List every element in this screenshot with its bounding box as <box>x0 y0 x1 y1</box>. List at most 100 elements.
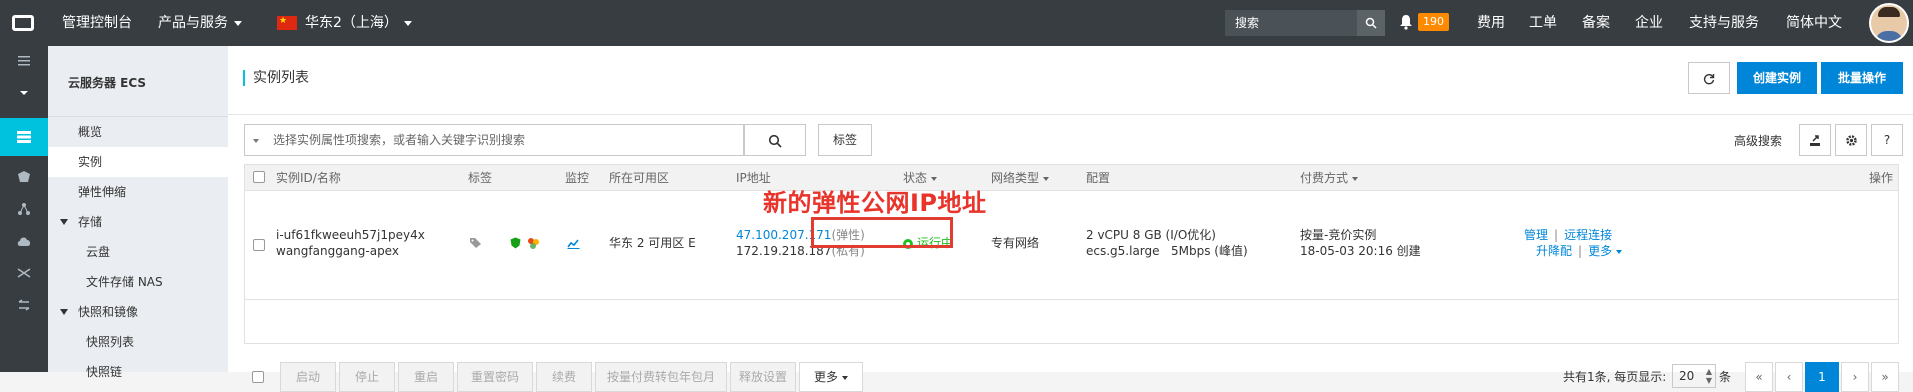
current-page-button[interactable]: 1 <box>1805 362 1839 392</box>
sidebar-item-disks[interactable]: 云盘 <box>48 237 228 267</box>
pagination-summary: 共有1条, 每页显示: <box>1563 370 1667 384</box>
notification-badge[interactable]: 190 <box>1418 13 1449 31</box>
chevron-down-icon <box>60 309 68 315</box>
reset-password-button[interactable]: 重置密码 <box>457 362 533 392</box>
advanced-search-link[interactable]: 高级搜索 <box>1734 133 1782 149</box>
instance-table: 实例ID/名称 标签 监控 所在可用区 IP地址 状态 网络类型 配置 付费方式… <box>244 164 1899 344</box>
chevron-down-icon <box>842 375 848 380</box>
renew-button[interactable]: 续费 <box>536 362 592 392</box>
nav-enterprise[interactable]: 企业 <box>1635 0 1663 46</box>
manage-link[interactable]: 管理 <box>1524 228 1548 242</box>
col-billing-label: 付费方式 <box>1300 171 1349 185</box>
aliyun-logo-icon[interactable] <box>0 0 46 46</box>
console-link[interactable]: 管理控制台 <box>62 0 132 46</box>
col-billing[interactable]: 付费方式 <box>1300 165 1359 191</box>
stop-button[interactable]: 停止 <box>339 362 395 392</box>
footer-more-label: 更多 <box>813 370 838 384</box>
remote-connect-link[interactable]: 远程连接 <box>1564 228 1612 242</box>
create-instance-button[interactable]: 创建实例 <box>1737 62 1817 94</box>
region-selector[interactable]: 华东2（上海） <box>277 0 412 46</box>
next-page-button[interactable]: › <box>1841 362 1869 392</box>
row-actions-bottom: 升降配 | 更多 <box>1536 243 1623 259</box>
page-size-select[interactable]: 20 ▲ ▼ <box>1672 364 1716 388</box>
annotation-text: 新的弹性公网IP地址 <box>763 189 987 217</box>
export-button[interactable] <box>1799 124 1831 156</box>
prev-page-button[interactable]: ‹ <box>1775 362 1803 392</box>
top-navbar: 管理控制台 产品与服务 华东2（上海） 190 费用 工单 备案 企业 支持与服… <box>0 0 1913 46</box>
col-network-label: 网络类型 <box>991 171 1040 185</box>
annotation-highlight-box <box>811 217 953 248</box>
convert-billing-button[interactable]: 按量付费转包年包月 <box>595 362 727 392</box>
tag-icon[interactable] <box>469 237 483 253</box>
product-title: 云服务器 ECS <box>68 76 147 90</box>
select-all-checkbox[interactable] <box>253 171 265 183</box>
monitor-chart-icon[interactable] <box>567 237 580 253</box>
sidebar-group-snapshots[interactable]: 快照和镜像 <box>48 297 228 327</box>
china-flag-icon <box>277 14 297 30</box>
sidebar-item-nas[interactable]: 文件存储 NAS <box>48 267 228 297</box>
cloud-icon[interactable] <box>0 226 48 256</box>
instance-search-button[interactable] <box>744 124 806 156</box>
security-icon[interactable] <box>0 162 48 192</box>
sort-icon <box>1352 176 1359 181</box>
more-actions-link[interactable]: 更多 <box>1588 244 1612 258</box>
page-size-unit: 条 <box>1719 370 1732 384</box>
start-button[interactable]: 启动 <box>280 362 336 392</box>
col-network[interactable]: 网络类型 <box>991 165 1050 191</box>
user-avatar[interactable] <box>1869 3 1909 43</box>
sidebar-item-overview[interactable]: 概览 <box>48 117 228 147</box>
sidebar-item-autoscaling[interactable]: 弹性伸缩 <box>48 177 228 207</box>
settings-button[interactable] <box>1835 124 1867 156</box>
chevron-down-icon[interactable] <box>253 139 259 143</box>
first-page-button[interactable]: « <box>1745 362 1773 392</box>
cloud-monitor-icon[interactable] <box>527 237 540 254</box>
product-sidebar: 云服务器 ECS 概览 实例 弹性伸缩 存储 云盘 文件存储 NAS 快照和镜像… <box>48 46 228 379</box>
last-page-button[interactable]: » <box>1871 362 1899 392</box>
chevron-down-icon <box>403 20 412 26</box>
release-settings-button[interactable]: 释放设置 <box>730 362 796 392</box>
nav-filing[interactable]: 备案 <box>1582 0 1610 46</box>
search-button[interactable] <box>1357 10 1385 36</box>
nav-support[interactable]: 支持与服务 <box>1689 0 1759 46</box>
sidebar-item-snapshot-chain[interactable]: 快照链 <box>48 357 228 387</box>
sidebar-group-label: 存储 <box>78 215 103 229</box>
shuffle-icon[interactable] <box>0 258 48 288</box>
zone-value: 华东 2 可用区 E <box>609 236 696 250</box>
page-title: 实例列表 <box>243 70 309 86</box>
batch-actions-button[interactable]: 批量操作 <box>1821 62 1903 94</box>
col-instance-id: 实例ID/名称 <box>276 171 341 185</box>
restart-button[interactable]: 重启 <box>398 362 454 392</box>
collapse-icon[interactable] <box>0 78 48 108</box>
region-label: 华东2（上海） <box>305 15 398 31</box>
sidebar-item-snapshot-list[interactable]: 快照列表 <box>48 327 228 357</box>
transfer-icon[interactable] <box>0 290 48 320</box>
help-button[interactable]: ? <box>1871 124 1903 156</box>
security-shield-icon[interactable] <box>510 237 521 253</box>
col-zone: 所在可用区 <box>609 171 670 185</box>
col-config: 配置 <box>1086 171 1111 185</box>
menu-toggle-icon[interactable] <box>0 46 48 76</box>
instance-search-input[interactable] <box>273 125 723 155</box>
nav-tickets[interactable]: 工单 <box>1529 0 1557 46</box>
sidebar-group-storage[interactable]: 存储 <box>48 207 228 237</box>
footer-more-button[interactable]: 更多 <box>799 362 863 392</box>
products-menu[interactable]: 产品与服务 <box>158 0 242 46</box>
refresh-button[interactable] <box>1688 62 1730 94</box>
tag-filter-button[interactable]: 标签 <box>818 124 872 156</box>
resize-link[interactable]: 升降配 <box>1536 244 1572 258</box>
row-checkbox[interactable] <box>253 239 265 251</box>
network-icon[interactable] <box>0 194 48 224</box>
nav-fees[interactable]: 费用 <box>1477 0 1505 46</box>
nav-language[interactable]: 简体中文 <box>1786 0 1842 46</box>
search-icon <box>1365 17 1377 29</box>
search-icon <box>768 134 782 148</box>
row-actions-top: 管理 | 远程连接 <box>1524 227 1612 243</box>
footer-select-all-checkbox[interactable] <box>252 371 264 383</box>
page-size-value: 20 <box>1679 369 1695 383</box>
sidebar-item-instances[interactable]: 实例 <box>48 147 228 177</box>
notification-bell-icon[interactable] <box>1399 14 1413 33</box>
divider <box>245 299 1898 300</box>
global-search-input[interactable] <box>1225 10 1355 36</box>
instance-id-link[interactable]: i-uf61fkweeuh57j1pey4x <box>276 227 425 243</box>
server-list-icon[interactable] <box>0 118 48 156</box>
